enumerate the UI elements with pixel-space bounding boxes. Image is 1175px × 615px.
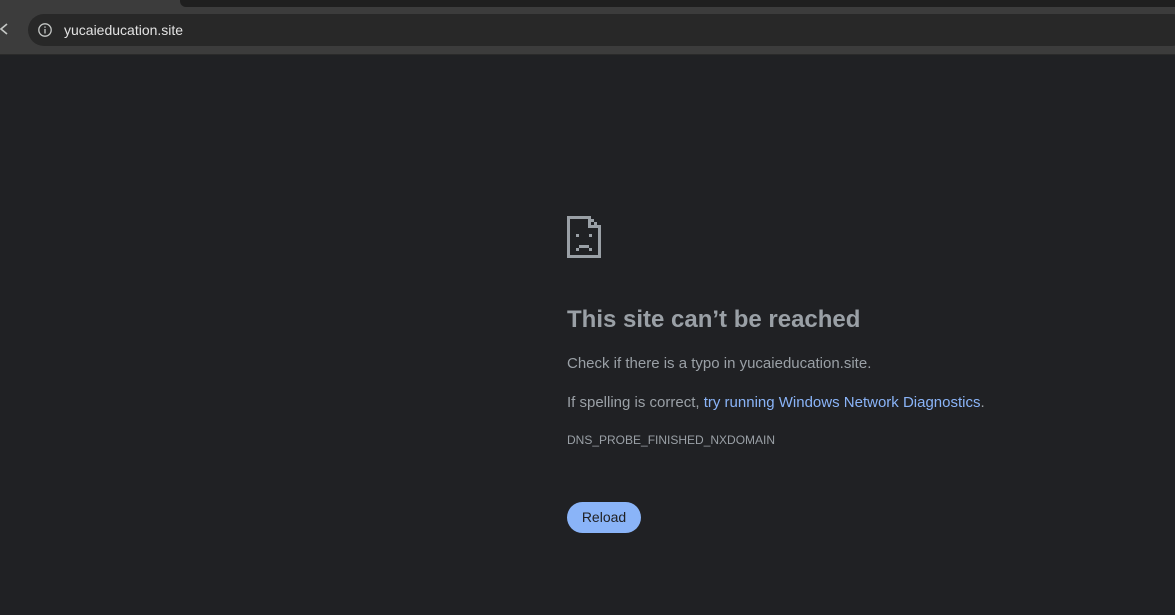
error-content: This site can’t be reached Check if ther… bbox=[567, 216, 1127, 533]
spelling-prefix: If spelling is correct, bbox=[567, 394, 704, 411]
reload-button[interactable]: Reload bbox=[567, 502, 641, 533]
back-arrow-icon[interactable] bbox=[0, 21, 12, 37]
typo-suggestion: Check if there is a typo in yucaieducati… bbox=[567, 355, 1127, 373]
address-bar[interactable]: yucaieducation.site bbox=[28, 14, 1175, 46]
error-code: DNS_PROBE_FINISHED_NXDOMAIN bbox=[567, 433, 776, 447]
sad-page-icon bbox=[567, 216, 601, 258]
error-heading: This site can’t be reached bbox=[567, 306, 861, 333]
url-text[interactable]: yucaieducation.site bbox=[64, 21, 183, 39]
network-diagnostics-link[interactable]: try running Windows Network Diagnostics bbox=[704, 394, 981, 411]
tab-strip bbox=[0, 0, 1175, 7]
browser-toolbar: yucaieducation.site bbox=[0, 7, 1175, 55]
typo-prefix: Check if there is a typo in bbox=[567, 355, 740, 372]
spelling-suggestion: If spelling is correct, try running Wind… bbox=[567, 394, 1127, 412]
info-icon[interactable] bbox=[37, 22, 53, 38]
typo-domain: yucaieducation.site bbox=[739, 355, 868, 372]
typo-suffix: . bbox=[867, 355, 872, 372]
tab-strip-edge bbox=[180, 0, 1175, 7]
spelling-suffix: . bbox=[980, 394, 985, 411]
